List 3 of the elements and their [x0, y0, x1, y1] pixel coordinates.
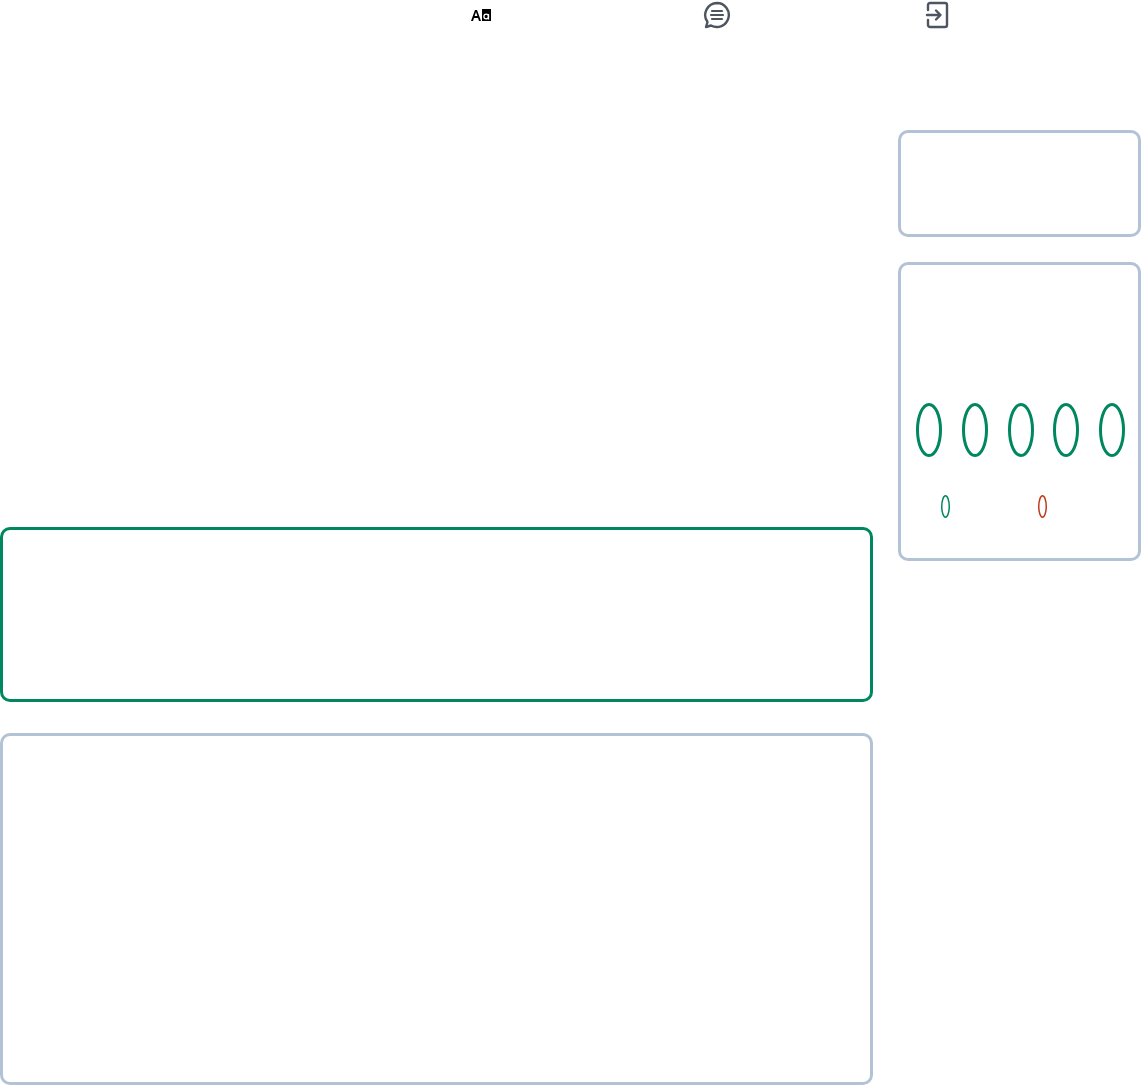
login-icon[interactable]: [925, 1, 949, 29]
chat-icon[interactable]: [702, 1, 732, 29]
text-size-icon[interactable]: [470, 8, 492, 22]
